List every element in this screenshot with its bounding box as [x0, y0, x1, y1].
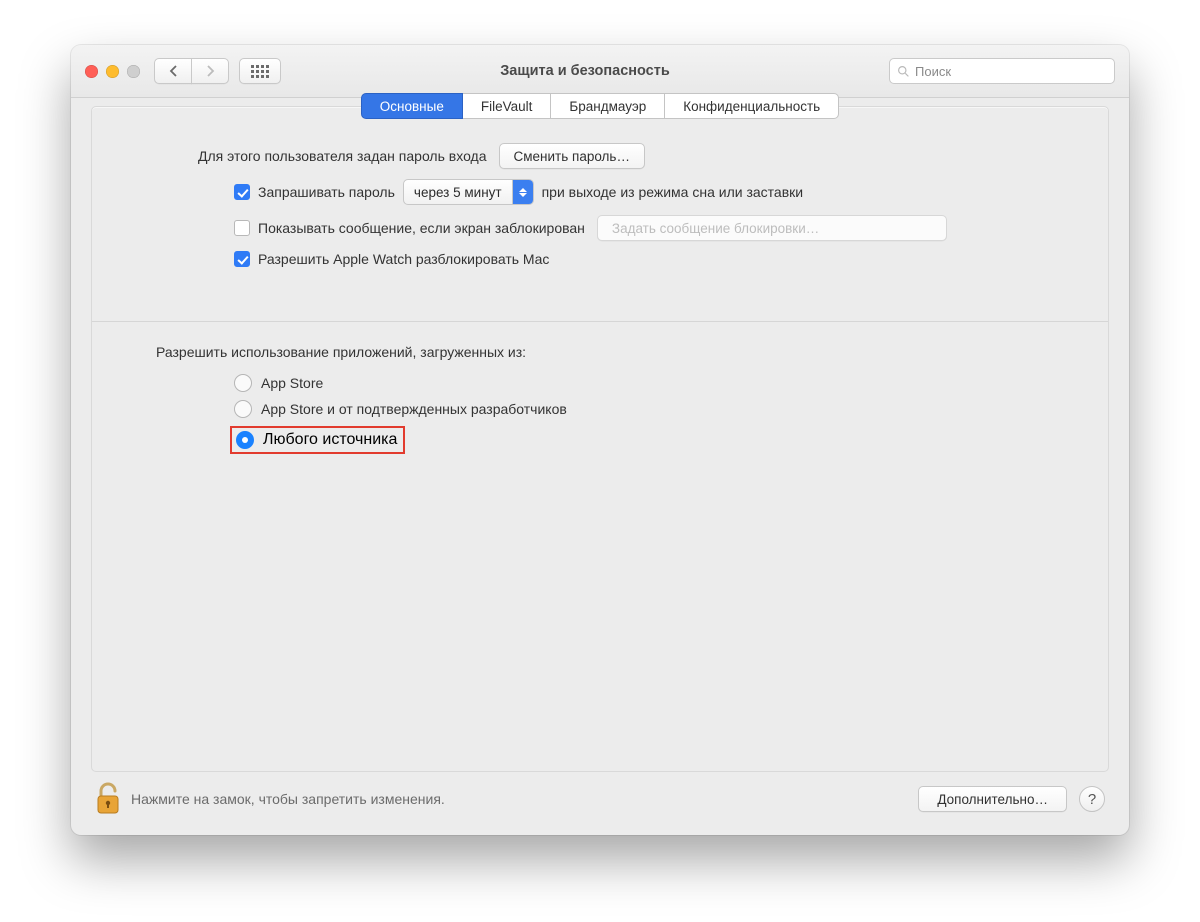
allow-apps-option-identified[interactable]: App Store и от подтвержденных разработчи… — [234, 400, 1078, 418]
minimize-window-button[interactable] — [106, 65, 119, 78]
forward-button[interactable] — [191, 58, 229, 84]
lock-hint-label: Нажмите на замок, чтобы запретить измене… — [131, 791, 445, 807]
require-password-label: Запрашивать пароль — [258, 184, 395, 200]
nav-back-forward — [154, 58, 229, 84]
preferences-window: Защита и безопасность Поиск Основные Fil… — [71, 45, 1129, 835]
content-area: Основные FileVault Брандмауэр Конфиденци… — [71, 98, 1129, 835]
tab-bar: Основные FileVault Брандмауэр Конфиденци… — [122, 93, 1078, 119]
allow-apple-watch-checkbox[interactable] — [234, 251, 250, 267]
password-set-label: Для этого пользователя задан пароль вход… — [198, 148, 487, 164]
search-placeholder: Поиск — [915, 64, 951, 79]
zoom-window-button[interactable] — [127, 65, 140, 78]
require-password-suffix: при выходе из режима сна или заставки — [542, 184, 804, 200]
allow-apps-option-anywhere-highlight: Любого источника — [230, 426, 405, 454]
require-password-delay-popup[interactable]: через 5 минут — [403, 179, 534, 205]
allow-apps-title: Разрешить использование приложений, загр… — [156, 344, 1078, 360]
show-lock-message-label: Показывать сообщение, если экран заблоки… — [258, 220, 585, 236]
set-lock-message-button[interactable]: Задать сообщение блокировки… — [597, 215, 947, 241]
radio-anywhere[interactable] — [236, 431, 254, 449]
advanced-button[interactable]: Дополнительно… — [918, 786, 1067, 812]
grid-icon — [251, 65, 269, 78]
allow-apple-watch-row: Разрешить Apple Watch разблокировать Mac — [234, 251, 1078, 267]
password-set-row: Для этого пользователя задан пароль вход… — [122, 143, 1078, 169]
titlebar: Защита и безопасность Поиск — [71, 45, 1129, 98]
back-button[interactable] — [154, 58, 192, 84]
show-lock-message-row: Показывать сообщение, если экран заблоки… — [234, 215, 1078, 241]
close-window-button[interactable] — [85, 65, 98, 78]
radio-anywhere-label: Любого источника — [263, 431, 397, 449]
show-lock-message-checkbox[interactable] — [234, 220, 250, 236]
tab-privacy[interactable]: Конфиденциальность — [664, 93, 839, 119]
allow-apple-watch-label: Разрешить Apple Watch разблокировать Mac — [258, 251, 549, 267]
search-field[interactable]: Поиск — [889, 58, 1115, 84]
window-traffic-lights — [85, 65, 140, 78]
show-all-button[interactable] — [239, 58, 281, 84]
require-password-row: Запрашивать пароль через 5 минут при вых… — [234, 179, 1078, 205]
settings-pane: Основные FileVault Брандмауэр Конфиденци… — [91, 106, 1109, 772]
allow-apps-option-appstore[interactable]: App Store — [234, 374, 1078, 392]
require-password-checkbox[interactable] — [234, 184, 250, 200]
lock-icon[interactable] — [95, 782, 121, 816]
tab-firewall[interactable]: Брандмауэр — [550, 93, 665, 119]
window-title: Защита и безопасность — [281, 63, 889, 79]
radio-appstore[interactable] — [234, 374, 252, 392]
help-button[interactable]: ? — [1079, 786, 1105, 812]
radio-identified[interactable] — [234, 400, 252, 418]
popup-stepper-icon — [512, 180, 533, 204]
change-password-button[interactable]: Сменить пароль… — [499, 143, 645, 169]
search-icon — [897, 65, 910, 78]
radio-appstore-label: App Store — [261, 375, 323, 391]
divider — [92, 321, 1108, 322]
require-password-delay-value: через 5 минут — [414, 185, 502, 200]
footer: Нажмите на замок, чтобы запретить измене… — [91, 772, 1109, 816]
radio-identified-label: App Store и от подтвержденных разработчи… — [261, 401, 567, 417]
tab-filevault[interactable]: FileVault — [462, 93, 552, 119]
tab-general[interactable]: Основные — [361, 93, 463, 119]
